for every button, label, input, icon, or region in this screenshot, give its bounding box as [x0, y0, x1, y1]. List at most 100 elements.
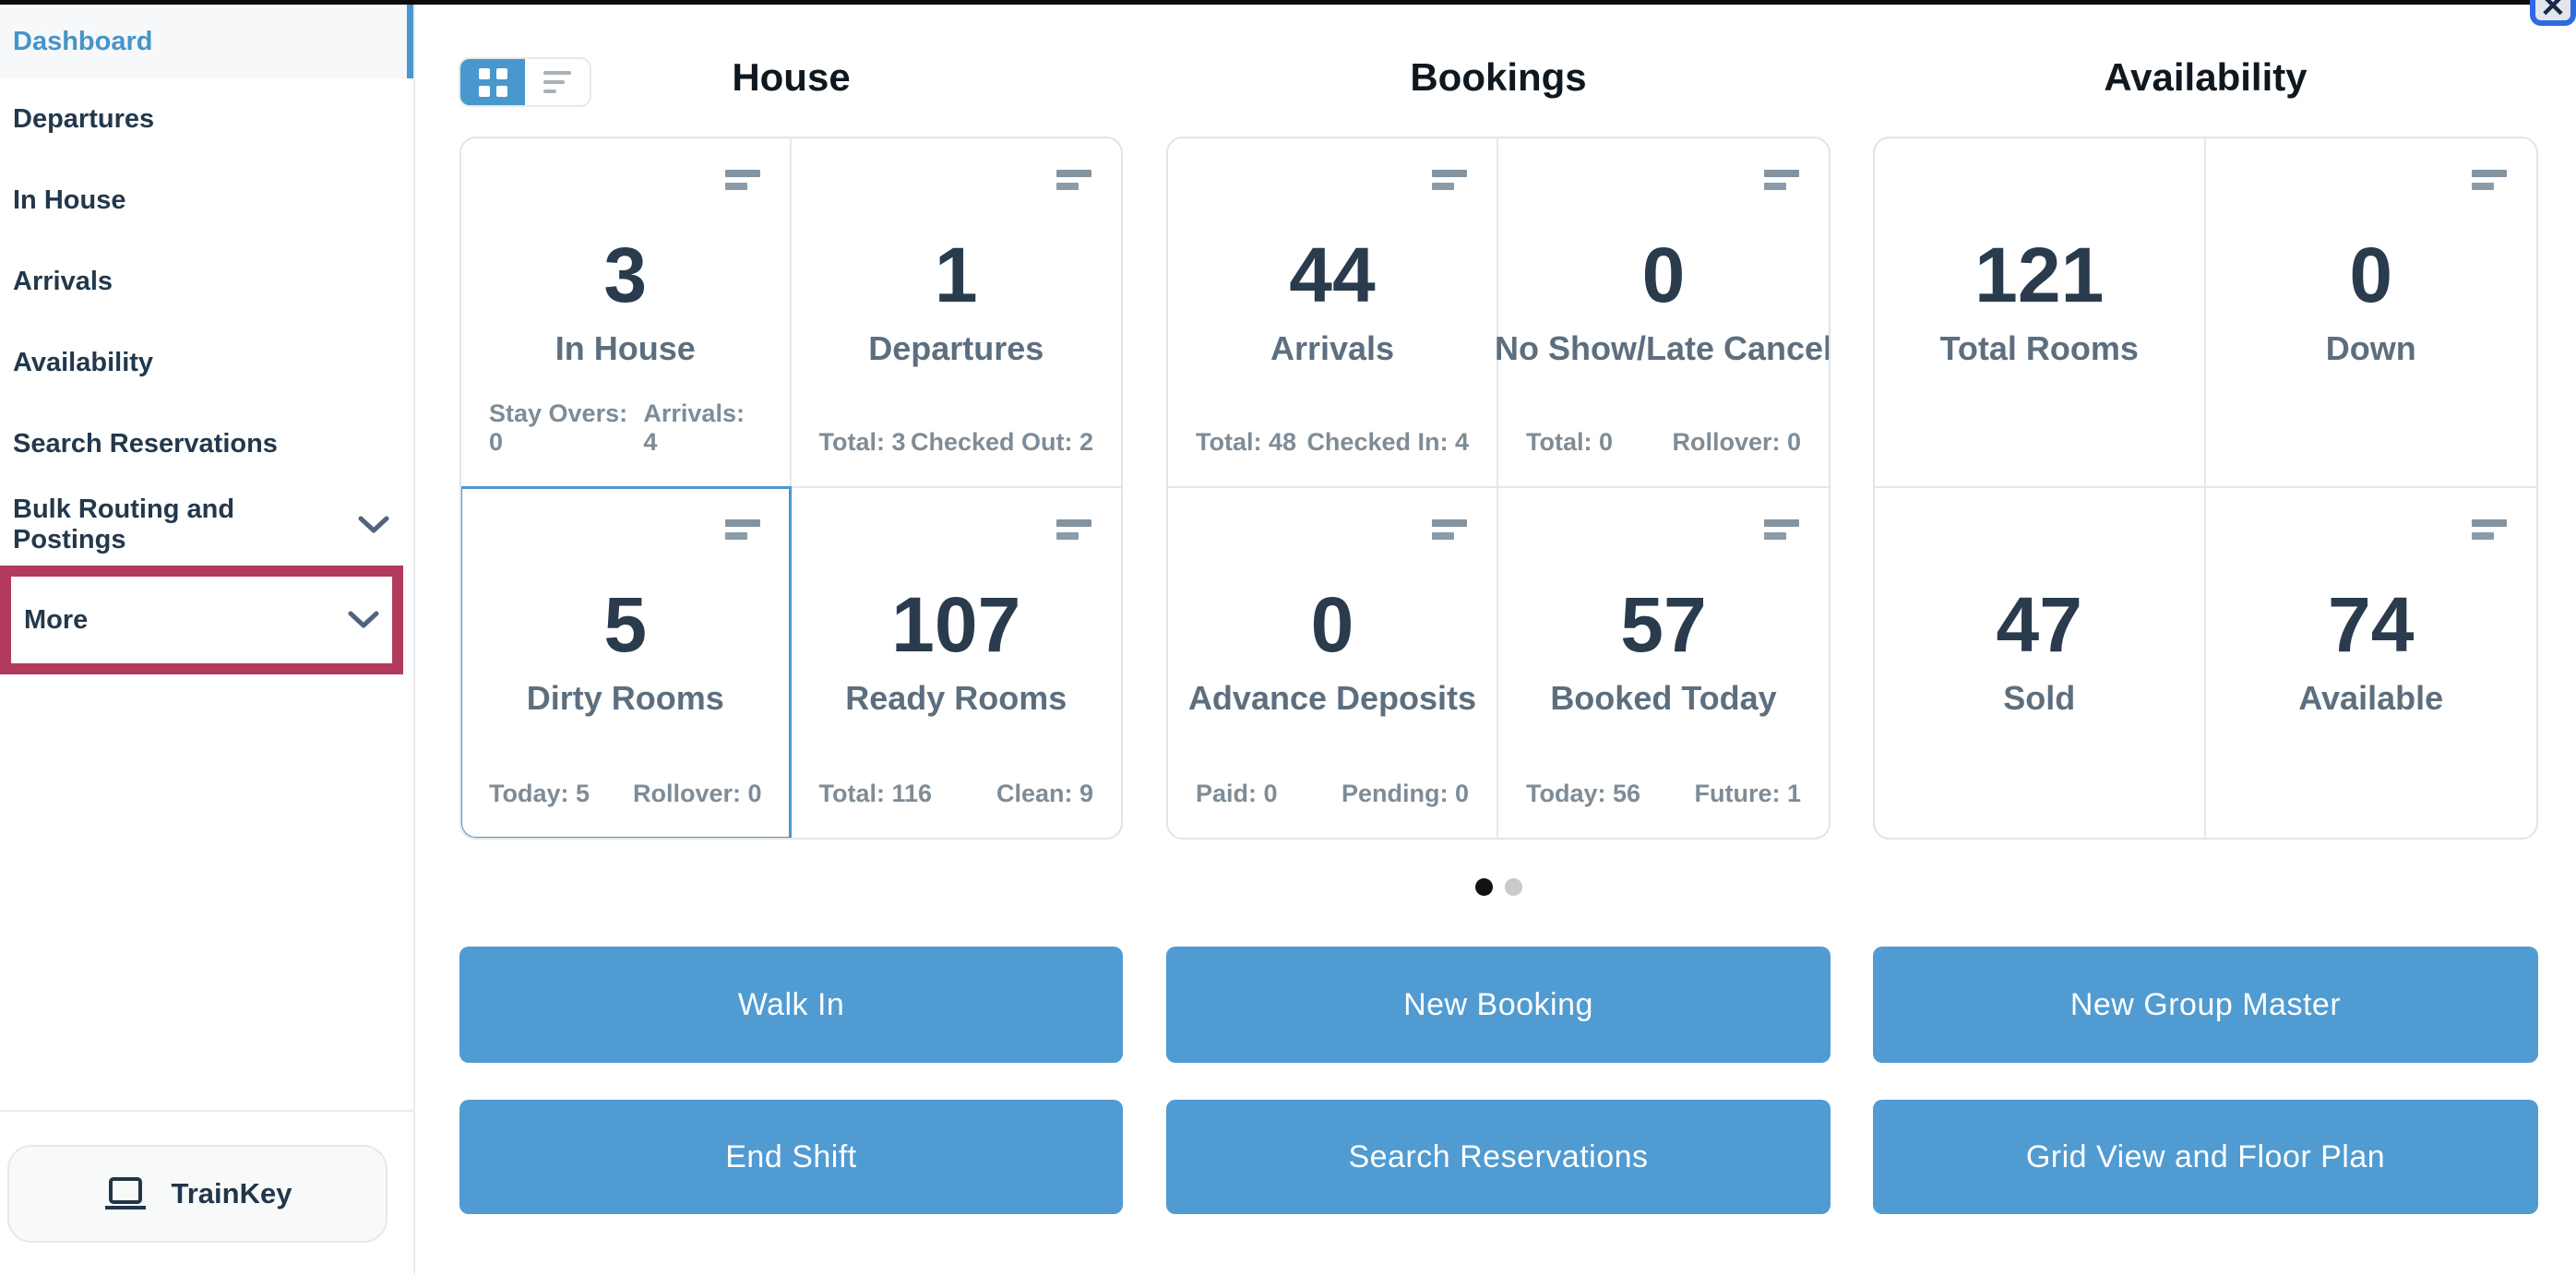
sidebar-item-dashboard[interactable]: Dashboard [0, 5, 413, 78]
trainkey-label: TrainKey [171, 1176, 292, 1209]
card-stat-left: Total: 3 [818, 428, 906, 456]
card-stat-right: Rollover: 0 [632, 780, 762, 807]
new-group-master-button[interactable]: New Group Master [1873, 947, 2538, 1063]
card-value: 5 [603, 581, 648, 668]
card-advance-deposits[interactable]: 0 Advance Deposits Paid: 0 Pending: 0 [1168, 488, 1498, 838]
card-label: Down [2325, 328, 2416, 367]
card-stat-left: Total: 116 [818, 780, 933, 807]
card-value: 47 [1996, 581, 2082, 668]
card-departures[interactable]: 1 Departures Total: 3 Checked Out: 2 [791, 138, 1121, 488]
card-stat-left: Total: 48 [1196, 428, 1297, 456]
card-stat-right: Rollover: 0 [1672, 428, 1801, 456]
card-arrivals[interactable]: 44 Arrivals Total: 48 Checked In: 4 [1168, 138, 1498, 488]
end-shift-button[interactable]: End Shift [459, 1100, 1123, 1214]
pagination-dot-1[interactable] [1474, 878, 1493, 896]
card-stat-left: Total: 0 [1526, 428, 1613, 456]
card-menu-icon[interactable] [724, 519, 762, 540]
card-menu-icon[interactable] [1764, 519, 1801, 540]
sidebar-item-search-reservations[interactable]: Search Reservations [0, 403, 413, 484]
section-title-bookings: Bookings [1410, 55, 1587, 99]
sidebar-item-more[interactable]: More [0, 566, 403, 674]
card-label: Dirty Rooms [526, 678, 724, 717]
card-label: Total Rooms [1939, 328, 2139, 367]
card-label: Arrivals [1270, 328, 1395, 367]
card-label: Sold [2003, 678, 2076, 717]
new-booking-button[interactable]: New Booking [1166, 947, 1831, 1063]
carousel-pagination [1166, 878, 1831, 896]
sidebar-item-label: Availability [13, 347, 154, 377]
sidebar-item-availability[interactable]: Availability [0, 322, 413, 403]
card-stat-left: Today: 5 [489, 780, 590, 807]
card-sold[interactable]: 47 Sold [1875, 488, 2206, 838]
card-stat-left: Paid: 0 [1196, 780, 1278, 807]
sidebar-item-in-house[interactable]: In House [0, 160, 413, 241]
search-reservations-button[interactable]: Search Reservations [1166, 1100, 1831, 1214]
card-label: Departures [868, 328, 1044, 367]
card-menu-icon[interactable] [724, 170, 762, 190]
card-value: 0 [2349, 232, 2393, 318]
card-stat-right: Arrivals: 4 [643, 399, 745, 456]
card-label: No Show/Late Cancel [1494, 328, 1831, 367]
laptop-icon [103, 1176, 148, 1211]
sidebar-item-label: Departures [13, 103, 155, 134]
card-menu-icon[interactable] [1056, 170, 1093, 190]
card-stat-right: Pending: 0 [1341, 780, 1469, 807]
section-title-house: House [732, 55, 851, 99]
sidebar-item-departures[interactable]: Departures [0, 78, 413, 160]
card-stat-right: Future: 1 [1694, 780, 1801, 807]
card-menu-icon[interactable] [1764, 170, 1801, 190]
card-value: 0 [1310, 581, 1354, 668]
chevron-down-icon [358, 516, 389, 534]
sidebar-item-label: More [24, 604, 89, 635]
close-button[interactable]: ✕ [2530, 0, 2576, 26]
card-menu-icon[interactable] [2472, 170, 2509, 190]
card-available[interactable]: 74 Available [2205, 488, 2536, 838]
card-label: Booked Today [1550, 678, 1777, 717]
sidebar-item-arrivals[interactable]: Arrivals [0, 241, 413, 322]
sidebar: Dashboard Departures In House Arrivals A… [0, 5, 415, 1275]
grid-view-and-floor-plan-button[interactable]: Grid View and Floor Plan [1873, 1100, 2538, 1214]
sidebar-footer: TrainKey [0, 1110, 413, 1275]
card-stat-left: Today: 56 [1526, 780, 1641, 807]
card-value: 1 [934, 232, 978, 318]
card-value: 107 [891, 581, 1021, 668]
card-in-house[interactable]: 3 In House Stay Overs: 0 Arrivals: 4 [461, 138, 792, 488]
panel-availability: 121 Total Rooms 0 Down 47 Sold 74 Availa… [1873, 137, 2538, 840]
card-value: 74 [2328, 581, 2415, 668]
sidebar-item-label: Bulk Routing and Postings [13, 495, 235, 554]
card-ready-rooms[interactable]: 107 Ready Rooms Total: 116 Clean: 9 [791, 488, 1121, 838]
card-stat-right: Checked In: 4 [1306, 428, 1469, 456]
pagination-dot-2[interactable] [1504, 878, 1522, 896]
card-menu-icon[interactable] [1432, 170, 1469, 190]
card-stat-left: Stay Overs: 0 [489, 399, 628, 456]
card-label: In House [555, 328, 696, 367]
card-down[interactable]: 0 Down [2205, 138, 2536, 488]
card-value: 44 [1289, 232, 1376, 318]
sidebar-item-label: Dashboard [13, 26, 153, 56]
card-label: Available [2298, 678, 2444, 717]
sidebar-item-bulk-routing-and-postings[interactable]: Bulk Routing and Postings [0, 484, 413, 566]
sidebar-item-label: In House [13, 185, 126, 215]
card-value: 0 [1641, 232, 1686, 318]
card-value: 3 [603, 232, 648, 318]
walk-in-button[interactable]: Walk In [459, 947, 1123, 1063]
section-title-availability: Availability [2104, 55, 2308, 99]
card-no-show-late-cancel[interactable]: 0 No Show/Late Cancel Total: 0 Rollover:… [1494, 138, 1831, 488]
card-menu-icon[interactable] [2472, 519, 2509, 540]
chevron-down-icon [348, 611, 379, 629]
sidebar-item-label: Search Reservations [13, 428, 278, 459]
card-stat-right: Clean: 9 [996, 780, 1093, 807]
card-total-rooms[interactable]: 121 Total Rooms [1875, 138, 2206, 488]
window-top-edge [0, 0, 2576, 5]
panel-house: 3 In House Stay Overs: 0 Arrivals: 4 1 D… [459, 137, 1123, 840]
card-menu-icon[interactable] [1056, 519, 1093, 540]
trainkey-button[interactable]: TrainKey [7, 1144, 388, 1243]
panel-bookings: 44 Arrivals Total: 48 Checked In: 4 0 No… [1166, 137, 1831, 840]
card-dirty-rooms[interactable]: 5 Dirty Rooms Today: 5 Rollover: 0 [461, 486, 792, 838]
card-menu-icon[interactable] [1432, 519, 1469, 540]
card-value: 57 [1620, 581, 1707, 668]
sidebar-item-label: Arrivals [13, 266, 113, 296]
card-booked-today[interactable]: 57 Booked Today Today: 56 Future: 1 [1498, 488, 1829, 838]
card-value: 121 [1974, 232, 2105, 318]
card-label: Ready Rooms [845, 678, 1067, 717]
